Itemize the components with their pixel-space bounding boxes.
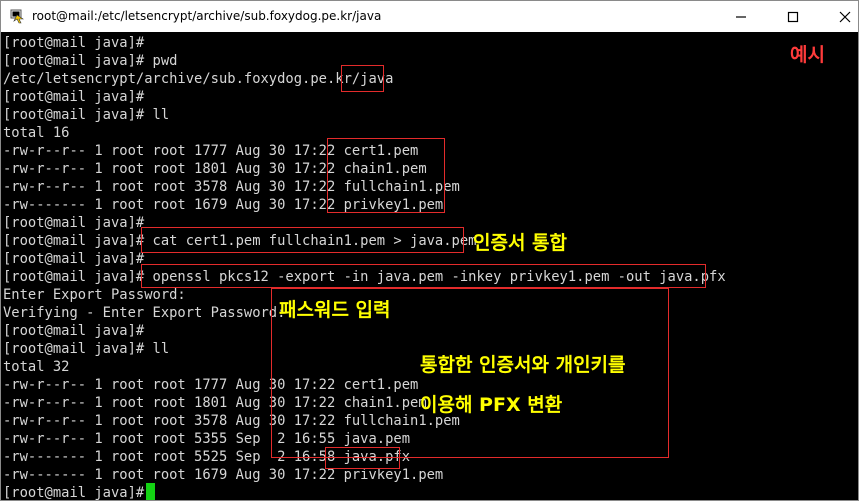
convert-note-line1: 통합한 인증서와 개인키를 (420, 354, 626, 376)
maximize-button[interactable] (770, 1, 816, 32)
putty-icon (10, 9, 24, 24)
terminal-line: [root@mail java]# (3, 485, 145, 501)
terminal-line: /etc/letsencrypt/archive/sub.foxydog.pe.… (3, 71, 394, 87)
window-title: root@mail:/etc/letsencrypt/archive/sub.f… (32, 9, 382, 23)
terminal-line: total 32 (3, 359, 70, 375)
terminal-cursor (146, 483, 155, 500)
close-button[interactable] (822, 1, 858, 32)
terminal-window: root@mail:/etc/letsencrypt/archive/sub.f… (0, 0, 859, 501)
maximize-icon (787, 11, 799, 22)
cat-command-highlight-box (141, 227, 464, 253)
terminal-line: Enter Export Password: (3, 287, 186, 303)
convert-note-line2: 이용해 PFX 변환 (420, 394, 563, 416)
source-files-highlight-box (327, 138, 445, 213)
close-icon (839, 11, 851, 22)
terminal-line: [root@mail java]# ll (3, 107, 170, 123)
password-note: 패스워드 입력 (279, 299, 391, 321)
merge-note: 인증서 통합 (473, 232, 568, 254)
openssl-command-highlight-box (141, 264, 706, 288)
terminal-line: [root@mail java]# ll (3, 341, 170, 357)
minimize-icon (736, 15, 746, 18)
terminal-line: total 16 (3, 125, 70, 141)
pfx-file-highlight-box (325, 447, 400, 469)
terminal-line: [root@mail java]# (3, 323, 145, 339)
terminal-line: Verifying - Enter Export Password: (3, 305, 286, 321)
terminal-line: [root@mail java]# (3, 35, 145, 51)
java-dir-highlight-box (341, 65, 384, 92)
terminal-line: [root@mail java]# (3, 215, 145, 231)
title-bar[interactable]: root@mail:/etc/letsencrypt/archive/sub.f… (1, 1, 858, 32)
minimize-button[interactable] (718, 1, 764, 32)
terminal-line: [root@mail java]# (3, 251, 145, 267)
example-label: 예시 (790, 44, 825, 66)
terminal-line: [root@mail java]# (3, 89, 145, 105)
terminal-line: [root@mail java]# pwd (3, 53, 178, 69)
